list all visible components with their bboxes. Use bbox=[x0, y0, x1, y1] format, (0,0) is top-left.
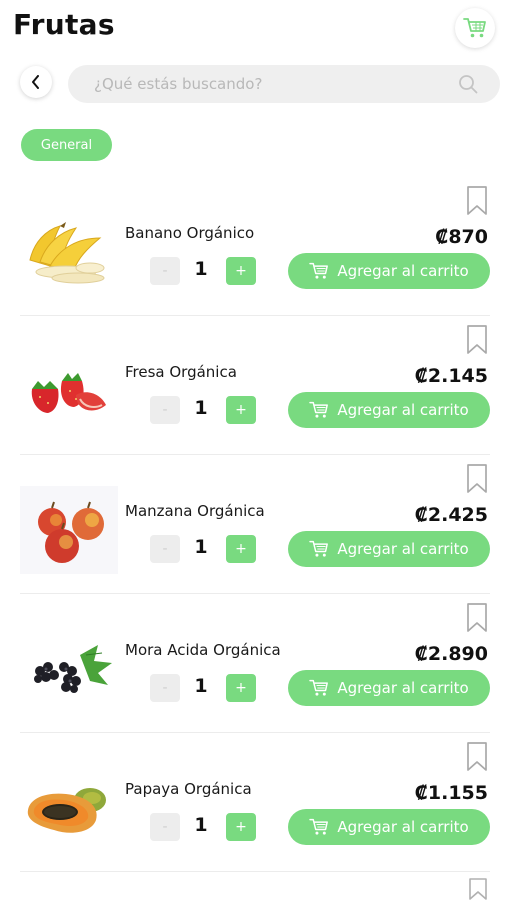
add-to-cart-button[interactable]: Agregar al carrito bbox=[288, 531, 490, 567]
quantity-plus-button[interactable]: + bbox=[226, 535, 256, 563]
quantity-minus-button[interactable]: - bbox=[150, 813, 180, 841]
quantity-value: 1 bbox=[194, 258, 208, 280]
cart-icon bbox=[309, 679, 329, 696]
cart-icon bbox=[309, 262, 329, 279]
quantity-value: 1 bbox=[194, 397, 208, 419]
product-name: Mora Acida Orgánica bbox=[125, 641, 281, 659]
search-bar bbox=[68, 65, 500, 103]
chevron-left-icon bbox=[32, 75, 39, 89]
divider bbox=[20, 454, 490, 455]
product-name: Papaya Orgánica bbox=[125, 780, 252, 798]
product-item: Papaya Orgánica ₡1.155 - 1 + Agregar al … bbox=[0, 734, 507, 872]
cart-button[interactable] bbox=[455, 8, 495, 48]
cart-icon bbox=[463, 18, 486, 38]
add-to-cart-button[interactable]: Agregar al carrito bbox=[288, 670, 490, 706]
category-chip-general[interactable]: General bbox=[21, 129, 112, 161]
product-name: Manzana Orgánica bbox=[125, 502, 265, 520]
quantity-plus-button[interactable]: + bbox=[226, 396, 256, 424]
strawberry-image bbox=[20, 347, 118, 435]
product-item: Manzana Orgánica ₡2.425 - 1 + Agregar al… bbox=[0, 456, 507, 594]
quantity-value: 1 bbox=[194, 536, 208, 558]
divider bbox=[20, 593, 490, 594]
bookmark-icon[interactable] bbox=[466, 464, 488, 494]
bookmark-icon[interactable] bbox=[466, 325, 488, 355]
add-to-cart-label: Agregar al carrito bbox=[337, 679, 469, 697]
quantity-minus-button[interactable]: - bbox=[150, 257, 180, 285]
divider bbox=[20, 732, 490, 733]
divider bbox=[20, 315, 490, 316]
add-to-cart-label: Agregar al carrito bbox=[337, 818, 469, 836]
product-price: ₡2.890 bbox=[414, 643, 488, 665]
back-button[interactable] bbox=[20, 66, 52, 98]
quantity-plus-button[interactable]: + bbox=[226, 257, 256, 285]
cart-icon bbox=[309, 540, 329, 557]
bookmark-icon[interactable] bbox=[466, 603, 488, 633]
quantity-value: 1 bbox=[194, 814, 208, 836]
page-title: Frutas bbox=[13, 8, 115, 41]
bookmark-icon[interactable] bbox=[466, 186, 488, 216]
quantity-plus-button[interactable]: + bbox=[226, 674, 256, 702]
bookmark-icon[interactable] bbox=[468, 878, 488, 904]
banana-image bbox=[20, 208, 118, 296]
product-price: ₡1.155 bbox=[414, 782, 488, 804]
product-price: ₡870 bbox=[435, 226, 488, 248]
product-name: Fresa Orgánica bbox=[125, 363, 237, 381]
quantity-value: 1 bbox=[194, 675, 208, 697]
search-icon[interactable] bbox=[458, 74, 478, 94]
add-to-cart-label: Agregar al carrito bbox=[337, 540, 469, 558]
product-item: Banano Orgánico ₡870 - 1 + Agregar al ca… bbox=[0, 178, 507, 316]
product-item: Mora Acida Orgánica ₡2.890 - 1 + Agregar… bbox=[0, 595, 507, 733]
divider bbox=[20, 871, 490, 872]
bookmark-icon[interactable] bbox=[466, 742, 488, 772]
add-to-cart-label: Agregar al carrito bbox=[337, 262, 469, 280]
add-to-cart-label: Agregar al carrito bbox=[337, 401, 469, 419]
quantity-minus-button[interactable]: - bbox=[150, 674, 180, 702]
product-price: ₡2.425 bbox=[414, 504, 488, 526]
blackberry-image bbox=[20, 625, 118, 713]
add-to-cart-button[interactable]: Agregar al carrito bbox=[288, 392, 490, 428]
cart-icon bbox=[309, 401, 329, 418]
cart-icon bbox=[309, 818, 329, 835]
search-input[interactable] bbox=[92, 74, 452, 94]
quantity-plus-button[interactable]: + bbox=[226, 813, 256, 841]
add-to-cart-button[interactable]: Agregar al carrito bbox=[288, 809, 490, 845]
app-header: Frutas bbox=[0, 0, 507, 60]
product-price: ₡2.145 bbox=[414, 365, 488, 387]
quantity-minus-button[interactable]: - bbox=[150, 535, 180, 563]
apple-image bbox=[20, 486, 118, 574]
add-to-cart-button[interactable]: Agregar al carrito bbox=[288, 253, 490, 289]
product-item: Fresa Orgánica ₡2.145 - 1 + Agregar al c… bbox=[0, 317, 507, 455]
quantity-minus-button[interactable]: - bbox=[150, 396, 180, 424]
papaya-image bbox=[20, 764, 118, 852]
product-name: Banano Orgánico bbox=[125, 224, 255, 242]
